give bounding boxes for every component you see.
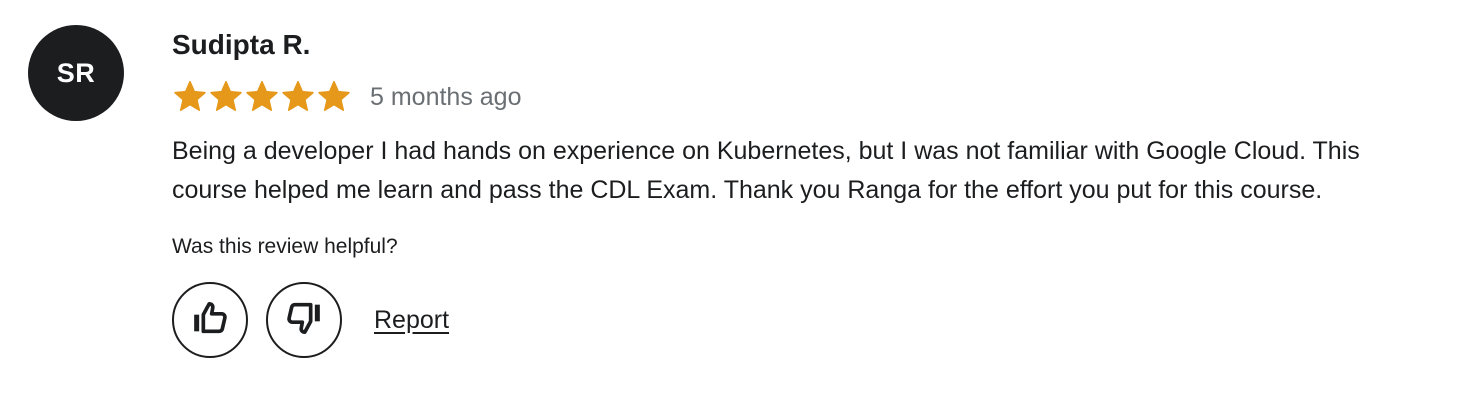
avatar: SR — [28, 25, 124, 121]
review-time: 5 months ago — [370, 83, 522, 111]
star-icon — [208, 79, 244, 115]
helpful-prompt: Was this review helpful? — [172, 235, 398, 258]
review-card: SR Sudipta R. 5 months ago Being a devel… — [28, 25, 1448, 405]
star-icon — [244, 79, 280, 115]
reviewer-name: Sudipta R. — [172, 29, 311, 60]
thumbs-up-icon — [190, 298, 230, 343]
star-rating — [172, 79, 352, 115]
thumbs-up-button[interactable] — [172, 282, 248, 358]
star-icon — [280, 79, 316, 115]
rating-row: 5 months ago — [172, 79, 1442, 115]
thumbs-down-button[interactable] — [266, 282, 342, 358]
star-icon — [172, 79, 208, 115]
thumbs-down-icon — [284, 298, 324, 343]
review-content: Sudipta R. 5 months ago Being a develope… — [172, 25, 1442, 358]
review-actions: Report — [172, 282, 1442, 358]
report-link[interactable]: Report — [374, 306, 449, 335]
review-text: Being a developer I had hands on experie… — [172, 137, 1360, 204]
star-icon — [316, 79, 352, 115]
